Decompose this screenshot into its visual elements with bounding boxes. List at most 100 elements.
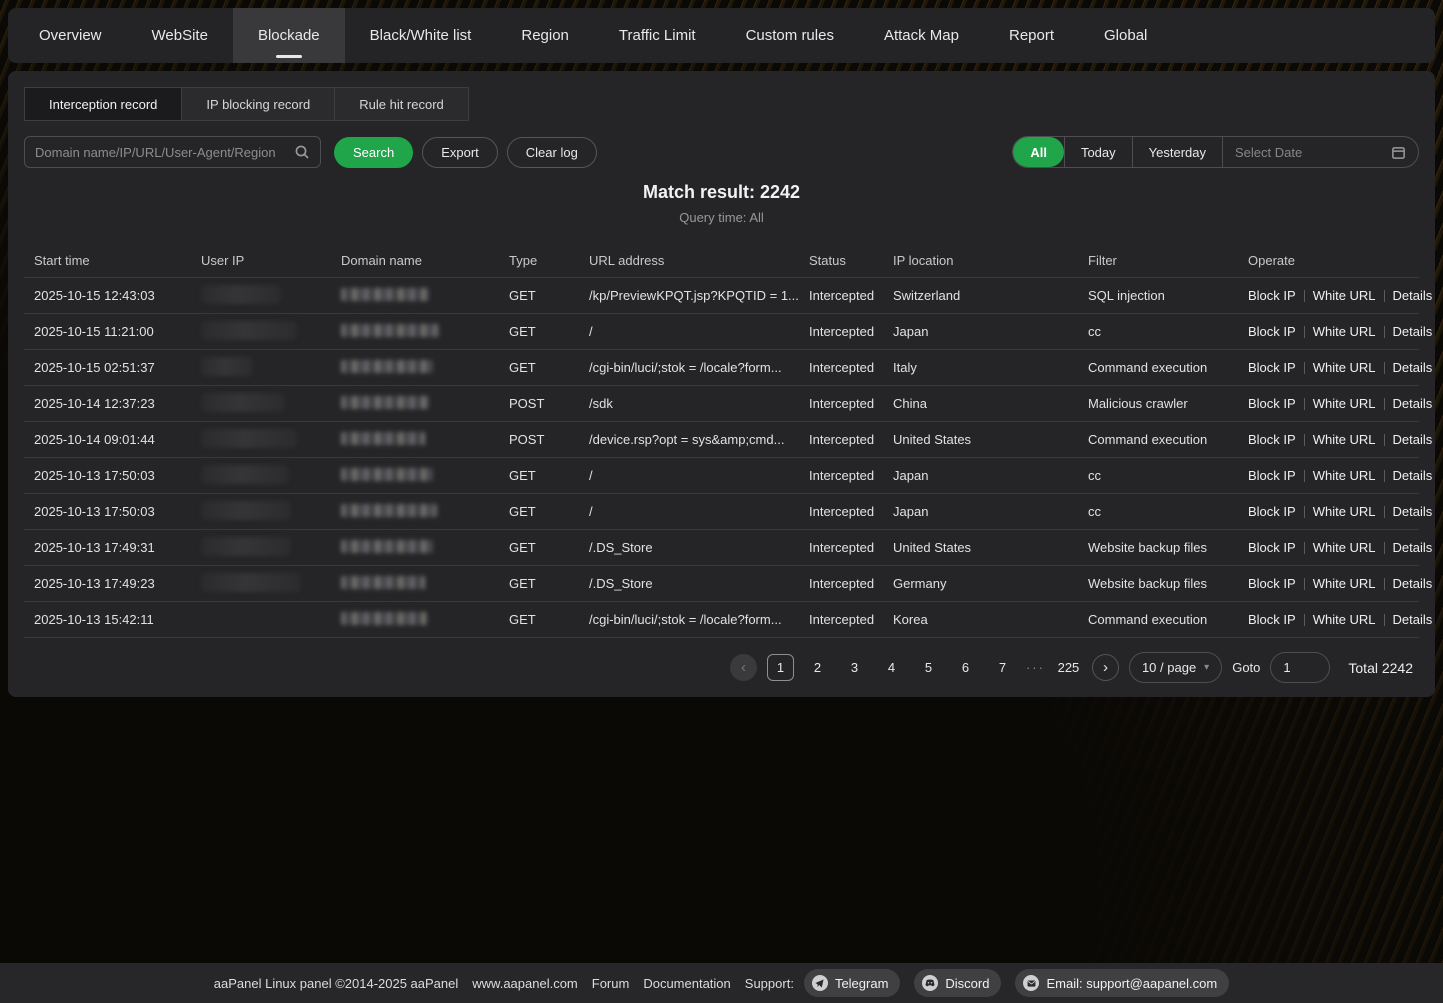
details-link[interactable]: Details (1393, 432, 1433, 447)
cell-status: Intercepted (809, 360, 893, 375)
white-url-link[interactable]: White URL (1313, 504, 1376, 519)
redacted-user-ip (201, 321, 297, 340)
prev-page-button[interactable]: ‹ (730, 654, 757, 681)
details-link[interactable]: Details (1393, 504, 1433, 519)
white-url-link[interactable]: White URL (1313, 360, 1376, 375)
page-number[interactable]: 4 (878, 654, 905, 681)
cell-filter: cc (1088, 504, 1248, 519)
table-row: 2025-10-13 17:50:03 GET / Intercepted Ja… (24, 458, 1419, 494)
white-url-link[interactable]: White URL (1313, 468, 1376, 483)
select-date-input[interactable]: Select Date (1222, 137, 1418, 167)
search-box[interactable] (24, 136, 321, 168)
details-link[interactable]: Details (1393, 396, 1433, 411)
page-number[interactable]: 7 (989, 654, 1016, 681)
goto-page-input[interactable] (1270, 652, 1330, 683)
table-header-cell: Filter (1088, 253, 1248, 268)
cell-type: GET (509, 576, 589, 591)
cell-user-ip (201, 393, 341, 415)
search-input[interactable] (35, 145, 294, 160)
nav-tab[interactable]: Overview (14, 8, 127, 63)
nav-tab[interactable]: Report (984, 8, 1079, 63)
details-link[interactable]: Details (1393, 612, 1433, 627)
block-ip-link[interactable]: Block IP (1248, 576, 1296, 591)
white-url-link[interactable]: White URL (1313, 288, 1376, 303)
cell-ip-location: Japan (893, 504, 1088, 519)
white-url-link[interactable]: White URL (1313, 324, 1376, 339)
block-ip-link[interactable]: Block IP (1248, 504, 1296, 519)
discord-button[interactable]: Discord (914, 969, 1001, 997)
page-number[interactable]: 2 (804, 654, 831, 681)
operate-divider (1384, 290, 1385, 302)
operate-divider (1384, 362, 1385, 374)
cell-domain-name (341, 576, 509, 592)
clear-log-button[interactable]: Clear log (507, 137, 597, 168)
block-ip-link[interactable]: Block IP (1248, 468, 1296, 483)
telegram-label: Telegram (835, 976, 888, 991)
details-link[interactable]: Details (1393, 288, 1433, 303)
block-ip-link[interactable]: Block IP (1248, 612, 1296, 627)
nav-tab[interactable]: Custom rules (721, 8, 859, 63)
cell-start-time: 2025-10-15 12:43:03 (34, 288, 201, 303)
nav-tab[interactable]: Black/White list (345, 8, 497, 63)
range-today-button[interactable]: Today (1064, 137, 1132, 167)
cell-domain-name (341, 396, 509, 412)
cell-operate: Block IP White URL Details (1248, 288, 1432, 303)
block-ip-link[interactable]: Block IP (1248, 396, 1296, 411)
email-button[interactable]: Email: support@aapanel.com (1015, 969, 1229, 997)
table-header-row: Start time User IP Domain name Type URL … (24, 243, 1419, 278)
nav-tab[interactable]: Blockade (233, 8, 345, 63)
page-number[interactable]: 5 (915, 654, 942, 681)
cell-domain-name (341, 432, 509, 448)
nav-tab[interactable]: Global (1079, 8, 1172, 63)
details-link[interactable]: Details (1393, 540, 1433, 555)
record-tab[interactable]: Rule hit record (334, 87, 469, 121)
cell-operate: Block IP White URL Details (1248, 612, 1432, 627)
block-ip-link[interactable]: Block IP (1248, 360, 1296, 375)
nav-tab[interactable]: Region (496, 8, 594, 63)
white-url-link[interactable]: White URL (1313, 432, 1376, 447)
details-link[interactable]: Details (1393, 576, 1433, 591)
block-ip-link[interactable]: Block IP (1248, 540, 1296, 555)
last-page-number[interactable]: 225 (1055, 654, 1082, 681)
page-number[interactable]: 6 (952, 654, 979, 681)
white-url-link[interactable]: White URL (1313, 540, 1376, 555)
calendar-icon (1391, 145, 1406, 160)
record-tab[interactable]: Interception record (24, 87, 182, 121)
nav-tab[interactable]: Attack Map (859, 8, 984, 63)
record-tab[interactable]: IP blocking record (181, 87, 335, 121)
block-ip-link[interactable]: Block IP (1248, 432, 1296, 447)
block-ip-link[interactable]: Block IP (1248, 324, 1296, 339)
redacted-domain-name (341, 432, 425, 445)
search-button[interactable]: Search (334, 137, 413, 168)
white-url-link[interactable]: White URL (1313, 612, 1376, 627)
next-page-button[interactable]: › (1092, 654, 1119, 681)
table-row: 2025-10-15 02:51:37 GET /cgi-bin/luci/;s… (24, 350, 1419, 386)
documentation-link[interactable]: Documentation (643, 976, 730, 991)
range-yesterday-button[interactable]: Yesterday (1132, 137, 1222, 167)
page-number[interactable]: 3 (841, 654, 868, 681)
details-link[interactable]: Details (1393, 360, 1433, 375)
date-range-group: All Today Yesterday Select Date (1012, 136, 1419, 168)
white-url-link[interactable]: White URL (1313, 396, 1376, 411)
website-link[interactable]: www.aapanel.com (472, 976, 578, 991)
telegram-button[interactable]: Telegram (804, 969, 900, 997)
page-size-select[interactable]: 10 / page ▾ (1129, 652, 1222, 683)
details-link[interactable]: Details (1393, 468, 1433, 483)
nav-tab[interactable]: WebSite (127, 8, 233, 63)
range-all-button[interactable]: All (1013, 137, 1064, 167)
operate-divider (1384, 614, 1385, 626)
redacted-user-ip (201, 465, 289, 484)
page-number[interactable]: 1 (767, 654, 794, 681)
block-ip-link[interactable]: Block IP (1248, 288, 1296, 303)
cell-start-time: 2025-10-13 17:50:03 (34, 468, 201, 483)
export-button[interactable]: Export (422, 137, 498, 168)
white-url-link[interactable]: White URL (1313, 576, 1376, 591)
nav-tab[interactable]: Traffic Limit (594, 8, 721, 63)
operate-divider (1304, 470, 1305, 482)
cell-ip-location: China (893, 396, 1088, 411)
cell-type: POST (509, 432, 589, 447)
redacted-domain-name (341, 324, 439, 337)
forum-link[interactable]: Forum (592, 976, 630, 991)
details-link[interactable]: Details (1393, 324, 1433, 339)
table-header-cell: User IP (201, 253, 341, 268)
